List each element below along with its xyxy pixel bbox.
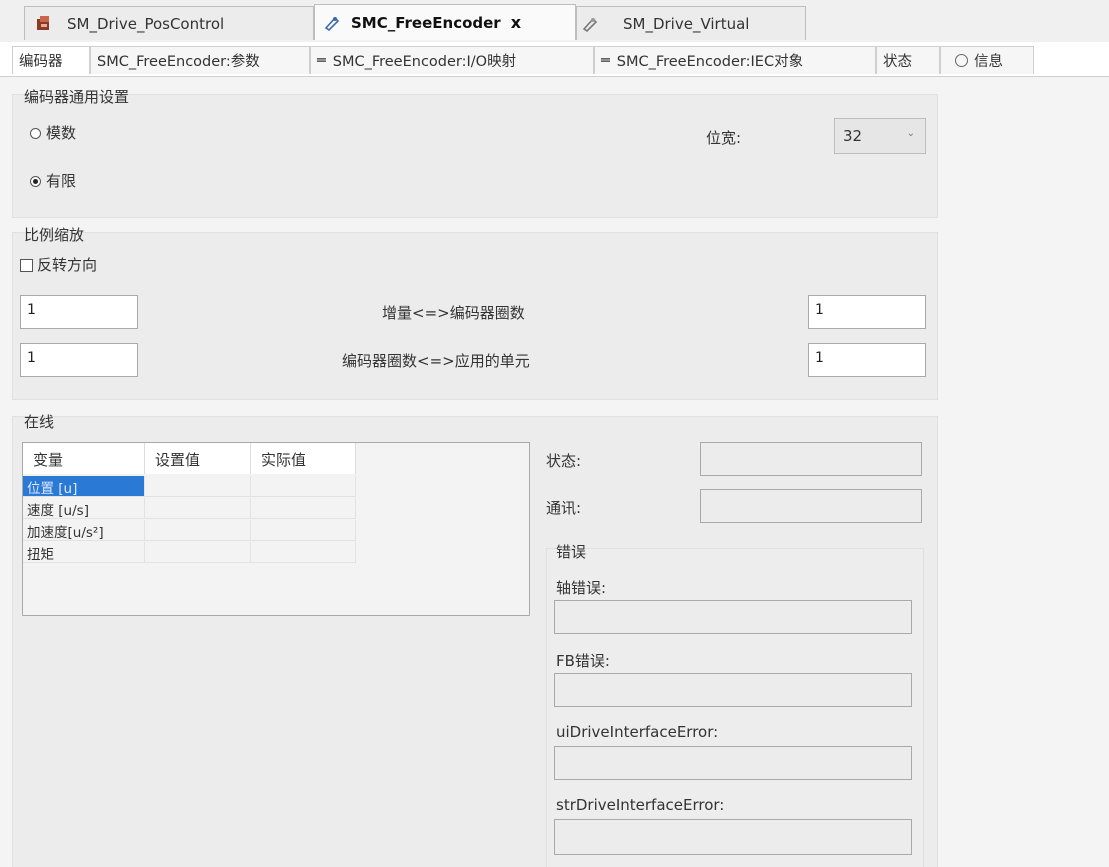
axis-error-field bbox=[554, 600, 912, 634]
tab-parameters[interactable]: SMC_FreeEncoder:参数 bbox=[90, 46, 310, 74]
fb-error-label: FB错误: bbox=[556, 652, 610, 670]
chevron-down-icon: ⌄ bbox=[906, 128, 915, 139]
tab-label: SMC_FreeEncoder:参数 bbox=[97, 54, 260, 70]
drive-icon bbox=[35, 15, 53, 33]
encoder-icon bbox=[323, 14, 341, 32]
encoder-icon bbox=[581, 15, 599, 33]
column-header-variable[interactable]: 变量 bbox=[23, 443, 145, 474]
ui-drive-interface-error-label: uiDriveInterfaceError: bbox=[556, 723, 719, 741]
general-settings-title: 编码器通用设置 bbox=[24, 88, 130, 106]
row-set-value bbox=[145, 520, 251, 541]
invert-direction-label: 反转方向 bbox=[37, 256, 98, 274]
fb-error-field bbox=[554, 673, 912, 707]
tab-label: SM_Drive_Virtual bbox=[623, 14, 750, 33]
bitwidth-select[interactable]: 32 ⌄ bbox=[834, 118, 926, 154]
general-settings-group bbox=[12, 94, 938, 218]
table-row[interactable]: 位置 [u] bbox=[23, 476, 356, 498]
tab-label: SMC_FreeEncoder:IEC对象 bbox=[616, 54, 804, 70]
checkbox-box[interactable] bbox=[20, 259, 33, 272]
tab-label: 信息 bbox=[974, 54, 1003, 70]
column-header-actual-value[interactable]: 实际值 bbox=[251, 443, 356, 474]
tab-label: SMC_FreeEncoder bbox=[351, 13, 501, 32]
error-title: 错误 bbox=[556, 543, 587, 561]
column-header-set-value[interactable]: 设置值 bbox=[145, 443, 251, 474]
finite-radio[interactable]: 有限 bbox=[30, 170, 76, 191]
revolutions-units-input[interactable]: 1 bbox=[20, 343, 138, 377]
status-label: 状态: bbox=[546, 452, 582, 470]
modulo-label: 模数 bbox=[46, 124, 77, 142]
revolutions-input[interactable]: 1 bbox=[808, 295, 926, 329]
table-row[interactable]: 加速度[u/s²] bbox=[23, 520, 356, 542]
tab-sm-drive-virtual[interactable]: SM_Drive_Virtual bbox=[576, 6, 806, 40]
revolutions-units-label: 编码器圈数<=>应用的单元 bbox=[342, 352, 530, 370]
tab-label: 编码器 bbox=[19, 54, 63, 70]
row-actual-value bbox=[251, 498, 356, 519]
modulo-radio[interactable]: 模数 bbox=[30, 122, 76, 143]
tab-label: SMC_FreeEncoder:I/O映射 bbox=[332, 54, 517, 70]
row-variable: 速度 [u/s] bbox=[23, 498, 145, 519]
table-row[interactable]: 扭矩 bbox=[23, 542, 356, 564]
online-title: 在线 bbox=[24, 413, 55, 431]
tab-label: SM_Drive_PosControl bbox=[67, 14, 225, 33]
row-actual-value bbox=[251, 476, 356, 497]
row-actual-value bbox=[251, 542, 356, 563]
sub-tab-bar: 编码器 SMC_FreeEncoder:参数 ═ SMC_FreeEncoder… bbox=[0, 42, 1109, 77]
tab-status[interactable]: 状态 bbox=[876, 46, 940, 74]
ui-drive-interface-error-field bbox=[554, 746, 912, 780]
row-variable: 位置 [u] bbox=[23, 476, 145, 497]
row-set-value bbox=[145, 498, 251, 519]
tab-iec-objects[interactable]: ═ SMC_FreeEncoder:IEC对象 bbox=[594, 46, 876, 74]
invert-direction-checkbox[interactable]: 反转方向 bbox=[20, 254, 97, 275]
radio-circle[interactable] bbox=[30, 176, 41, 187]
communication-label: 通讯: bbox=[546, 499, 582, 517]
increments-input[interactable]: 1 bbox=[20, 295, 138, 329]
mapping-icon: ═ bbox=[317, 52, 326, 69]
tab-encoder[interactable]: 编码器 bbox=[12, 46, 90, 74]
communication-field bbox=[700, 489, 922, 523]
table-row[interactable]: 速度 [u/s] bbox=[23, 498, 356, 520]
increments-revolutions-label: 增量<=>编码器圈数 bbox=[382, 304, 525, 322]
status-field bbox=[700, 442, 922, 476]
bitwidth-value: 32 bbox=[843, 127, 863, 145]
str-drive-interface-error-field bbox=[554, 819, 912, 855]
row-variable: 扭矩 bbox=[23, 542, 145, 563]
tab-label: 状态 bbox=[883, 54, 912, 70]
radio-circle[interactable] bbox=[30, 128, 41, 139]
units-input[interactable]: 1 bbox=[808, 343, 926, 377]
row-set-value bbox=[145, 476, 251, 497]
info-icon bbox=[955, 54, 968, 67]
tab-sm-drive-poscontrol[interactable]: SM_Drive_PosControl bbox=[24, 6, 314, 40]
finite-label: 有限 bbox=[46, 172, 77, 190]
row-actual-value bbox=[251, 520, 356, 541]
row-set-value bbox=[145, 542, 251, 563]
scaling-title: 比例缩放 bbox=[24, 226, 85, 244]
tab-smc-freeencoder[interactable]: SMC_FreeEncoder x bbox=[314, 4, 576, 40]
str-drive-interface-error-label: strDriveInterfaceError: bbox=[556, 796, 725, 814]
close-icon[interactable]: x bbox=[511, 13, 521, 32]
online-variable-table: 变量 设置值 实际值 位置 [u] 速度 [u/s] 加速度[u/s²] 扭矩 bbox=[22, 442, 530, 616]
bitwidth-label: 位宽: bbox=[706, 129, 742, 147]
row-variable: 加速度[u/s²] bbox=[23, 520, 145, 541]
editor-tab-bar: SM_Drive_PosControl SMC_FreeEncoder x SM… bbox=[0, 0, 1109, 42]
tab-io-mapping[interactable]: ═ SMC_FreeEncoder:I/O映射 bbox=[310, 46, 594, 74]
tab-info[interactable]: 信息 bbox=[940, 46, 1034, 74]
axis-error-label: 轴错误: bbox=[556, 579, 607, 597]
mapping-icon: ═ bbox=[601, 52, 610, 69]
